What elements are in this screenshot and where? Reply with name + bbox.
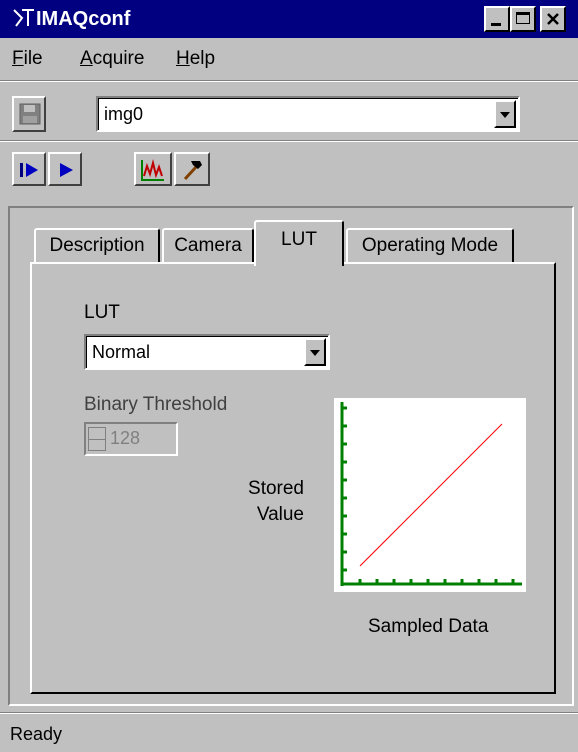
maximize-button[interactable] <box>510 6 536 32</box>
axis-ticks <box>342 406 515 584</box>
interface-select-value: img0 <box>104 104 144 124</box>
menu-separator <box>0 80 578 82</box>
tab-operating-mode[interactable]: Operating Mode <box>346 228 514 262</box>
lut-label: LUT <box>84 302 120 323</box>
tab-camera[interactable]: Camera <box>162 228 254 262</box>
status-bar: Ready <box>0 712 578 752</box>
lut-graph-plot <box>340 402 522 586</box>
interface-select[interactable]: img0 <box>96 96 520 132</box>
binary-threshold-value: 128 <box>110 428 141 448</box>
minimize-button[interactable] <box>484 6 510 32</box>
histogram-button[interactable] <box>134 152 172 186</box>
histogram-icon <box>141 159 164 181</box>
chevron-down-icon <box>500 112 510 118</box>
binary-threshold-label: Binary Threshold <box>84 394 228 415</box>
chevron-down-icon <box>310 350 320 356</box>
y-axis-label-line2: Value <box>256 504 304 525</box>
lut-curve-line <box>359 423 503 567</box>
menu-file[interactable]: File <box>12 48 43 70</box>
maximize-icon <box>516 12 530 24</box>
interface-dropdown-button[interactable] <box>494 100 516 128</box>
floppy-disk-icon <box>19 103 41 125</box>
x-axis-label: Sampled Data <box>368 616 489 637</box>
stepper-arrows-icon <box>88 427 106 451</box>
tab-description[interactable]: Description <box>34 228 160 262</box>
lut-select[interactable]: Normal <box>84 334 330 370</box>
snap-button[interactable] <box>12 152 46 186</box>
properties-button[interactable] <box>174 152 210 186</box>
status-text: Ready <box>10 724 63 744</box>
menu-bar: File Acquire Help <box>0 38 578 78</box>
lut-dropdown-button[interactable] <box>304 338 326 366</box>
menu-help[interactable]: Help <box>176 48 215 70</box>
window-title: IMAQconf <box>36 8 131 30</box>
play-icon <box>60 163 73 177</box>
app-icon <box>13 9 34 27</box>
menu-acquire[interactable]: Acquire <box>80 48 144 70</box>
lut-graph <box>334 398 526 592</box>
toolbar-separator <box>0 140 578 142</box>
binary-threshold-stepper[interactable]: 128 <box>84 422 178 456</box>
title-bar[interactable]: IMAQconf <box>0 0 578 38</box>
minimize-icon <box>491 23 501 26</box>
save-button[interactable] <box>12 96 46 132</box>
y-axis-label-line1: Stored <box>248 478 304 499</box>
hammer-icon <box>183 161 202 181</box>
grab-button[interactable] <box>48 152 82 186</box>
tab-lut[interactable]: LUT <box>254 220 344 266</box>
close-icon <box>547 13 559 25</box>
close-button[interactable] <box>540 6 566 32</box>
lut-select-value: Normal <box>92 342 151 362</box>
snap-icon <box>20 163 38 177</box>
